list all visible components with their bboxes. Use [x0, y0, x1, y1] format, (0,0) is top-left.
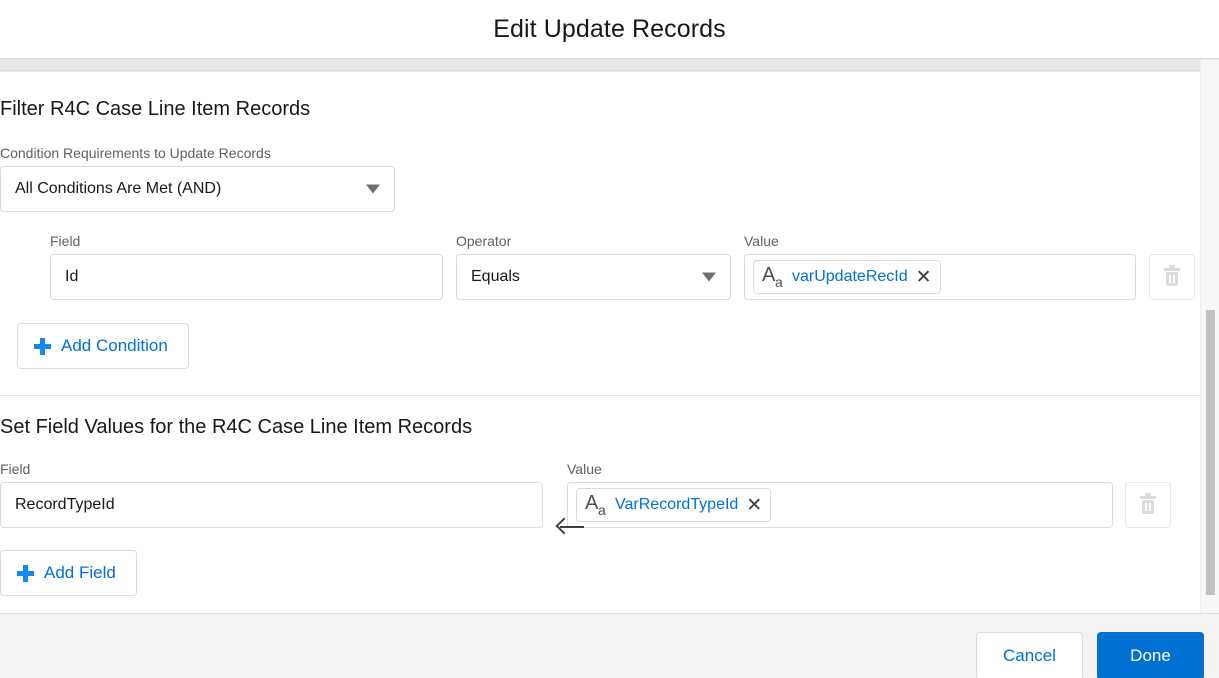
plus-icon [34, 337, 51, 355]
condition-operator-value: Equals [471, 268, 520, 285]
scroll-content: Filter R4C Case Line Item Records Condit… [0, 72, 1212, 596]
condition-value-group: Value Aa varUpdateRecId ✕ [744, 233, 1136, 300]
assignment-field-value: RecordTypeId [15, 496, 115, 513]
condition-field-label: Field [50, 233, 81, 249]
vertical-scrollbar-thumb[interactable] [1206, 310, 1215, 595]
modal-footer: Cancel Done [0, 613, 1219, 678]
vertical-scrollbar[interactable] [1200, 60, 1219, 613]
condition-field-value: Id [65, 268, 79, 285]
merge-field-pill[interactable]: Aa varUpdateRecId ✕ [753, 260, 941, 294]
edit-update-records-modal: Edit Update Records Filter R4C Case Line… [0, 0, 1219, 678]
done-button-label: Done [1130, 646, 1171, 665]
assignment-section-heading: Set Field Values for the R4C Case Line I… [0, 416, 473, 438]
chevron-down-icon [702, 272, 716, 282]
condition-requirements-label: Condition Requirements to Update Records [0, 145, 271, 161]
filter-section-heading: Filter R4C Case Line Item Records [0, 98, 311, 120]
assignment-section: Set Field Values for the R4C Case Line I… [0, 396, 1212, 596]
add-condition-row: Add Condition [0, 323, 1212, 369]
condition-field-input[interactable]: Id [50, 254, 443, 300]
close-icon[interactable]: ✕ [914, 268, 932, 287]
condition-logic-value: All Conditions Are Met (AND) [15, 180, 222, 197]
condition-value-input[interactable]: Aa varUpdateRecId ✕ [744, 254, 1136, 300]
condition-field-group: Field Id [50, 233, 443, 300]
cancel-button-label: Cancel [1003, 646, 1056, 665]
add-condition-label: Add Condition [61, 336, 168, 355]
page-title: Edit Update Records [493, 14, 726, 43]
merge-field-pill-label: VarRecordTypeId [615, 496, 739, 513]
assignment-field-label: Field [0, 461, 31, 477]
condition-operator-select[interactable]: Equals [456, 254, 731, 300]
assignment-value-group: Value Aa VarRecordTypeId ✕ [567, 461, 1113, 528]
condition-logic-select[interactable]: All Conditions Are Met (AND) [0, 166, 395, 212]
assignment-field-group: Field RecordTypeId [0, 461, 543, 528]
assignment-value-input[interactable]: Aa VarRecordTypeId ✕ [567, 482, 1113, 528]
merge-field-pill[interactable]: Aa VarRecordTypeId ✕ [576, 488, 772, 522]
add-condition-button[interactable]: Add Condition [17, 323, 189, 369]
modal-header: Edit Update Records [0, 0, 1219, 58]
condition-value-label: Value [744, 233, 779, 249]
modal-body: Filter R4C Case Line Item Records Condit… [0, 72, 1212, 613]
delete-condition-button[interactable] [1149, 254, 1195, 300]
delete-assignment-button[interactable] [1125, 482, 1171, 528]
assignment-value-label: Value [567, 461, 602, 477]
done-button[interactable]: Done [1097, 632, 1204, 678]
assignment-row: Field RecordTypeId Value A a VarRecordTy… [0, 461, 1212, 535]
plus-icon [17, 564, 34, 582]
condition-operator-label: Operator [456, 233, 512, 249]
filter-section: Filter R4C Case Line Item Records Condit… [0, 72, 1212, 369]
add-field-label: Add Field [44, 563, 116, 582]
close-icon[interactable]: ✕ [744, 496, 762, 515]
assignment-field-input[interactable]: RecordTypeId [0, 482, 543, 528]
header-divider [0, 58, 1219, 71]
text-type-icon: Aa [762, 264, 783, 290]
condition-operator-group: Operator Equals [456, 233, 731, 300]
text-type-icon: Aa [585, 492, 606, 518]
chevron-down-icon [366, 184, 380, 194]
add-field-row: Add Field [0, 550, 1212, 596]
trash-icon [1164, 265, 1180, 286]
add-field-button[interactable]: Add Field [0, 550, 137, 596]
trash-icon [1140, 493, 1156, 514]
cancel-button[interactable]: Cancel [976, 632, 1083, 678]
merge-field-pill-label: varUpdateRecId [792, 268, 908, 285]
condition-row: Field Id Operator Equals Value A a varUp… [0, 233, 1212, 300]
